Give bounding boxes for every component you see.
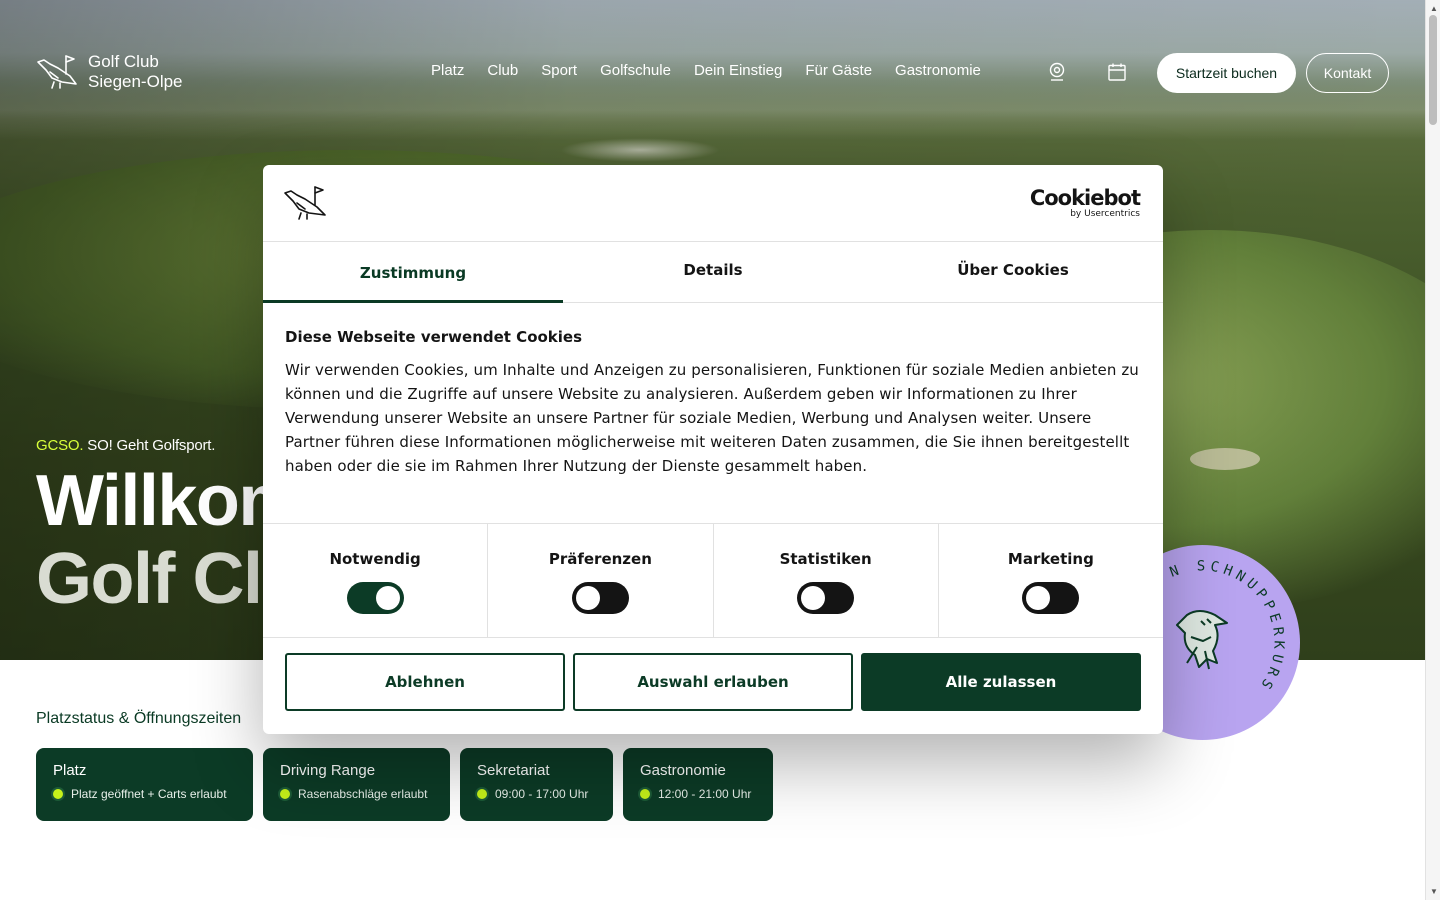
status-card-text: Platz geöffnet + Carts erlaubt bbox=[71, 787, 227, 801]
category-label: Statistiken bbox=[779, 550, 872, 568]
contact-button[interactable]: Kontakt bbox=[1306, 53, 1389, 93]
scroll-up-icon[interactable]: ▲ bbox=[1430, 4, 1438, 13]
category-notwendig: Notwendig bbox=[263, 524, 489, 637]
category-label: Marketing bbox=[1007, 550, 1094, 568]
toggle-praeferenzen[interactable] bbox=[571, 582, 629, 614]
cookiebot-brand-sub: by Usercentrics bbox=[1070, 209, 1140, 219]
status-section-title: Platzstatus & Öffnungszeiten bbox=[36, 710, 242, 727]
nav-item-dein-einstieg[interactable]: Dein Einstieg bbox=[694, 62, 782, 79]
status-dot-icon bbox=[477, 789, 487, 799]
dialog-text: Wir verwenden Cookies, um Inhalte und An… bbox=[285, 361, 1139, 475]
tab-ueber-cookies[interactable]: Über Cookies bbox=[863, 242, 1163, 302]
logo-text: Golf Club Siegen-Olpe bbox=[88, 52, 183, 92]
category-label: Präferenzen bbox=[548, 550, 652, 568]
status-card-text: Rasenabschläge erlaubt bbox=[298, 787, 428, 801]
nav-item-gastronomie[interactable]: Gastronomie bbox=[895, 62, 981, 79]
toggle-knob bbox=[575, 586, 600, 610]
dialog-actions: Ablehnen Auswahl erlauben Alle zulassen bbox=[263, 638, 1163, 711]
nav-item-golfschule[interactable]: Golfschule bbox=[600, 62, 671, 79]
scrollbar-thumb[interactable] bbox=[1429, 15, 1437, 125]
status-card-driving-range[interactable]: Driving Range Rasenabschläge erlaubt bbox=[263, 748, 450, 821]
nav-item-platz[interactable]: Platz bbox=[431, 62, 464, 79]
scroll-down-icon[interactable]: ▼ bbox=[1430, 887, 1438, 896]
category-praeferenzen: Präferenzen bbox=[488, 524, 714, 637]
status-card-text: 09:00 - 17:00 Uhr bbox=[495, 787, 589, 801]
status-card-platz[interactable]: Platz Platz geöffnet + Carts erlaubt bbox=[36, 748, 253, 821]
site-logo[interactable]: Golf Club Siegen-Olpe bbox=[36, 52, 183, 92]
cookiebot-logo[interactable]: Cookiebot by Usercentrics bbox=[1029, 186, 1141, 219]
tagline-text: SO! Geht Golfsport. bbox=[83, 437, 216, 454]
dialog-header: Cookiebot by Usercentrics bbox=[263, 165, 1163, 242]
page-scrollbar[interactable]: ▲ ▼ bbox=[1425, 0, 1440, 900]
logo-line-1: Golf Club bbox=[88, 52, 159, 71]
book-tee-time-button[interactable]: Startzeit buchen bbox=[1157, 53, 1296, 93]
allow-all-button[interactable]: Alle zulassen bbox=[861, 653, 1141, 711]
toggle-notwendig[interactable] bbox=[346, 582, 404, 614]
status-card-gastronomie[interactable]: Gastronomie 12:00 - 21:00 Uhr bbox=[623, 748, 773, 821]
webcam-icon[interactable] bbox=[1047, 62, 1067, 82]
status-card-title: Gastronomie bbox=[640, 762, 726, 779]
cookiebot-brand: Cookiebot bbox=[1029, 186, 1141, 210]
category-marketing: Marketing bbox=[939, 524, 1163, 637]
nav-item-fuer-gaeste[interactable]: Für Gäste bbox=[805, 62, 872, 79]
raven-logo-icon bbox=[37, 55, 77, 89]
status-cards: Platz Platz geöffnet + Carts erlaubt Dri… bbox=[36, 748, 773, 821]
dialog-tabs: Zustimmung Details Über Cookies bbox=[263, 242, 1163, 303]
status-dot-icon bbox=[280, 789, 290, 799]
calendar-icon[interactable] bbox=[1107, 62, 1127, 82]
tagline-brand: GCSO. bbox=[36, 437, 84, 454]
logo-line-2: Siegen-Olpe bbox=[88, 72, 183, 91]
toggle-knob bbox=[1026, 586, 1051, 610]
main-nav: Platz Club Sport Golfschule Dein Einstie… bbox=[431, 62, 981, 79]
toggle-statistiken[interactable] bbox=[797, 582, 855, 614]
status-dot-icon bbox=[53, 789, 63, 799]
tab-details[interactable]: Details bbox=[563, 242, 863, 302]
dialog-body: Diese Webseite verwendet Cookies Wir ver… bbox=[263, 303, 1163, 523]
status-dot-icon bbox=[640, 789, 650, 799]
hero-tagline: GCSO. SO! Geht Golfsport. bbox=[36, 437, 215, 454]
category-statistiken: Statistiken bbox=[714, 524, 939, 637]
allow-selection-button[interactable]: Auswahl erlauben bbox=[573, 653, 853, 711]
toggle-knob bbox=[801, 586, 826, 610]
toggle-marketing[interactable] bbox=[1022, 582, 1080, 614]
raven-logo-icon bbox=[284, 186, 326, 220]
status-card-sekretariat[interactable]: Sekretariat 09:00 - 17:00 Uhr bbox=[460, 748, 613, 821]
status-card-title: Sekretariat bbox=[477, 762, 550, 779]
decline-button[interactable]: Ablehnen bbox=[285, 653, 565, 711]
nav-item-club[interactable]: Club bbox=[487, 62, 518, 79]
cookie-consent-dialog: Cookiebot by Usercentrics Zustimmung Det… bbox=[263, 165, 1163, 734]
consent-categories: Notwendig Präferenzen Statistiken Market… bbox=[263, 523, 1163, 638]
dialog-heading: Diese Webseite verwendet Cookies bbox=[285, 328, 583, 346]
status-card-text: 12:00 - 21:00 Uhr bbox=[658, 787, 752, 801]
mascot-icon bbox=[1176, 610, 1228, 670]
status-card-title: Driving Range bbox=[280, 762, 376, 779]
category-label: Notwendig bbox=[329, 550, 421, 568]
status-card-title: Platz bbox=[53, 762, 87, 779]
tab-zustimmung[interactable]: Zustimmung bbox=[263, 242, 563, 303]
nav-item-sport[interactable]: Sport bbox=[541, 62, 577, 79]
toggle-knob bbox=[375, 586, 400, 610]
